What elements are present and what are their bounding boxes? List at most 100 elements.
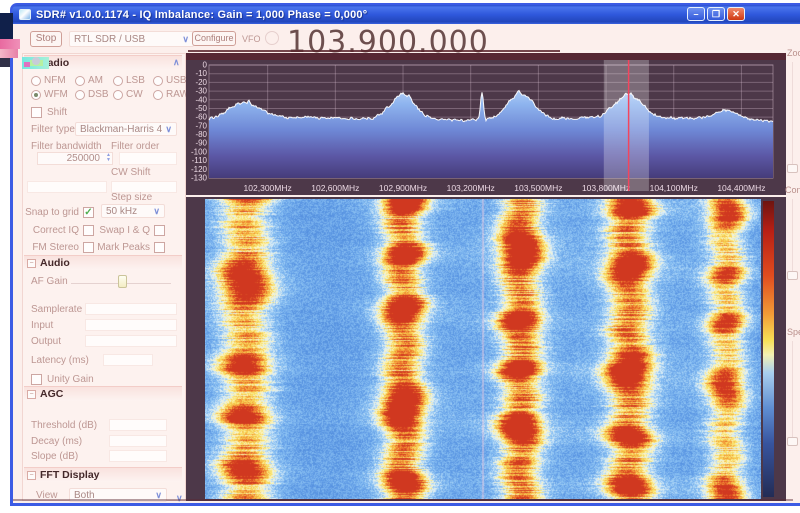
svg-text:-40: -40	[195, 95, 207, 104]
screen: SDR# v1.0.0.1174 - IQ Imbalance: Gain = …	[0, 0, 800, 513]
contrast-slider-thumb[interactable]	[787, 271, 798, 280]
chevron-up-icon[interactable]: ∧	[173, 57, 180, 68]
sdr-sharp-window: SDR# v1.0.0.1174 - IQ Imbalance: Gain = …	[10, 3, 800, 506]
configure-button[interactable]: Configure	[192, 31, 236, 46]
window-content: Stop RTL SDR / USB ∨ Configure VFO 103.9…	[13, 24, 800, 503]
svg-text:-110: -110	[192, 156, 208, 165]
speed-slider-label: Speed	[787, 327, 800, 337]
radio-button-icon[interactable]	[31, 90, 41, 100]
svg-text:102,900MHz: 102,900MHz	[379, 183, 427, 193]
glitch-artifact	[24, 62, 30, 67]
radio-mode-wfm[interactable]: WFM	[31, 89, 75, 100]
filter-type-value: Blackman-Harris 4	[80, 124, 162, 135]
step-size-select[interactable]: 50 kHz ∨	[101, 204, 165, 218]
audio-group-header[interactable]: − Audio	[24, 255, 182, 270]
radio-button-icon[interactable]	[75, 90, 85, 100]
svg-text:-70: -70	[195, 121, 207, 130]
titlebar[interactable]: SDR# v1.0.0.1174 - IQ Imbalance: Gain = …	[12, 5, 800, 24]
scroll-down-icon[interactable]: ∨	[176, 493, 183, 503]
unity-gain-checkbox[interactable]	[31, 374, 42, 385]
unity-gain-label: Unity Gain	[47, 374, 94, 385]
radio-button-icon[interactable]	[31, 76, 41, 86]
output-select[interactable]	[85, 335, 177, 347]
audio-group-title: Audio	[40, 257, 70, 269]
minimize-button[interactable]: –	[687, 7, 705, 21]
filter-type-select[interactable]: Blackman-Harris 4 ∨	[75, 122, 177, 136]
svg-text:103,200MHz: 103,200MHz	[447, 183, 495, 193]
svg-text:102,600MHz: 102,600MHz	[311, 183, 359, 193]
svg-text:-80: -80	[195, 130, 207, 139]
radio-button-icon[interactable]	[153, 76, 163, 86]
radio-button-icon[interactable]	[75, 76, 85, 86]
svg-text:0: 0	[203, 61, 208, 70]
zoom-slider-thumb[interactable]	[787, 164, 798, 173]
contrast-slider[interactable]	[792, 199, 793, 271]
chevron-down-icon: ∨	[182, 34, 189, 45]
chevron-down-icon: ∨	[165, 124, 172, 135]
glitch-artifact	[0, 13, 13, 39]
radio-button-icon[interactable]	[153, 90, 163, 100]
radio-mode-label: NFM	[44, 75, 66, 86]
radio-button-icon[interactable]	[113, 76, 123, 86]
radio-mode-dsb[interactable]: DSB	[75, 89, 113, 100]
maximize-button[interactable]: ❐	[707, 7, 725, 21]
radio-mode-nfm[interactable]: NFM	[31, 75, 75, 86]
svg-text:-100: -100	[191, 147, 208, 156]
radio-button-icon[interactable]	[113, 90, 123, 100]
radio-mode-label: AM	[88, 75, 103, 86]
snap-to-grid-checkbox[interactable]: ✓	[83, 207, 94, 218]
radio-mode-label: CW	[126, 89, 143, 100]
latency-spinner[interactable]	[103, 354, 153, 366]
svg-text:-60: -60	[195, 113, 207, 122]
collapse-icon[interactable]: −	[27, 471, 36, 480]
af-gain-slider-thumb[interactable]	[118, 275, 127, 288]
input-select[interactable]	[85, 319, 177, 331]
collapse-icon[interactable]: −	[27, 390, 36, 399]
agc-group-title: AGC	[40, 388, 63, 400]
agc-slope-spinner[interactable]	[109, 450, 167, 462]
zoom-slider-label: Zoom	[787, 48, 800, 58]
svg-text:-30: -30	[195, 87, 207, 96]
radio-mode-label: WFM	[44, 89, 68, 100]
radio-mode-label: DSB	[88, 89, 109, 100]
shift-checkbox[interactable]	[31, 107, 42, 118]
svg-text:104,100MHz: 104,100MHz	[650, 183, 698, 193]
filter-order-spinner[interactable]	[119, 152, 177, 165]
stop-button[interactable]: Stop	[30, 31, 62, 47]
speed-slider[interactable]	[792, 341, 793, 437]
app-icon	[19, 9, 31, 20]
collapse-icon[interactable]: −	[27, 259, 36, 268]
filter-bandwidth-spinner[interactable]: 250000 ▲▼	[37, 152, 113, 165]
fft-group-header[interactable]: − FFT Display	[24, 467, 182, 482]
radio-mode-am[interactable]: AM	[75, 75, 113, 86]
glitch-artifact	[32, 57, 40, 65]
snap-to-grid-label: Snap to grid	[25, 207, 79, 218]
agc-threshold-spinner[interactable]	[109, 419, 167, 431]
agc-group-header[interactable]: − AGC	[24, 386, 182, 401]
close-button[interactable]: ✕	[727, 7, 745, 21]
correct-iq-label: Correct IQ	[33, 225, 79, 236]
radio-mode-lsb[interactable]: LSB	[113, 75, 153, 86]
zoom-slider[interactable]	[792, 62, 793, 166]
fm-stereo-label: FM Stereo	[32, 242, 79, 253]
agc-decay-spinner[interactable]	[109, 435, 167, 447]
shift-value-field[interactable]	[27, 181, 107, 193]
radio-mode-label: USB	[166, 75, 187, 86]
source-select[interactable]: RTL SDR / USB ∨	[69, 31, 194, 47]
swap-iq-checkbox[interactable]	[154, 225, 165, 236]
samplerate-select[interactable]	[85, 303, 177, 315]
waterfall-intensity-legend	[763, 201, 774, 497]
filter-bandwidth-value: 250000	[67, 153, 100, 164]
toolbar-underline	[188, 50, 560, 52]
radio-mode-cw[interactable]: CW	[113, 89, 153, 100]
mark-peaks-checkbox[interactable]	[154, 242, 165, 253]
spectrum-plot[interactable]: 0-10-20-30-40-50-60-70-80-90-100-110-120…	[186, 53, 786, 195]
spinner-arrows-icon[interactable]: ▲▼	[106, 153, 111, 163]
speed-slider-thumb[interactable]	[787, 437, 798, 446]
shift-label: Shift	[47, 107, 67, 118]
glitch-artifact	[0, 58, 10, 67]
glitch-artifact	[0, 39, 20, 49]
source-value: RTL SDR / USB	[74, 34, 145, 45]
mark-peaks-label: Mark Peaks	[97, 242, 150, 253]
waterfall-display[interactable]	[205, 199, 761, 499]
